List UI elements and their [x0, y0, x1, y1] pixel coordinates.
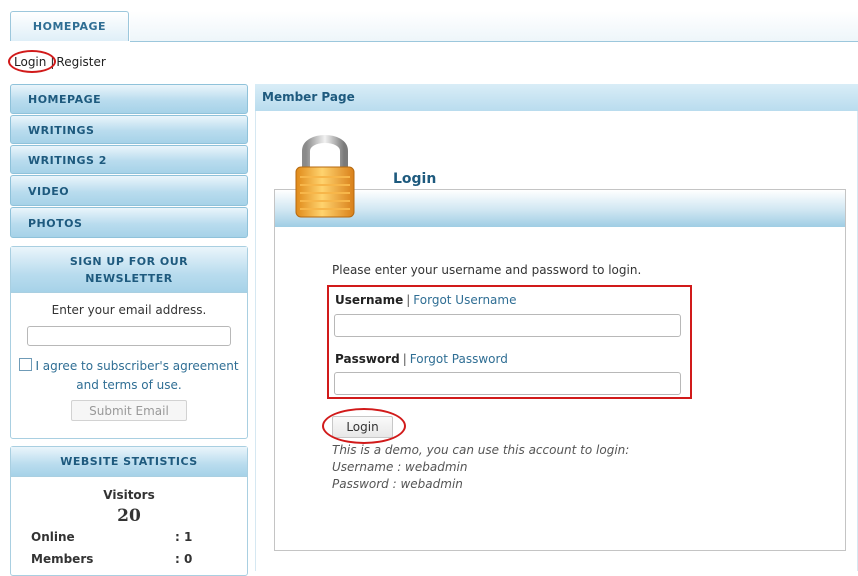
visitors-label: Visitors [103, 488, 155, 502]
newsletter-email-input[interactable] [27, 326, 231, 346]
newsletter-prompt: Enter your email address. [51, 303, 207, 317]
password-separator: | [402, 352, 407, 366]
demo-account-note: This is a demo, you can use this account… [332, 442, 629, 493]
stats-row-online: Online : 1 [11, 530, 247, 550]
register-link[interactable]: Register [56, 55, 105, 69]
login-link-wrapper: Login [8, 50, 56, 73]
username-label: Username [335, 293, 404, 307]
password-field[interactable] [334, 372, 681, 395]
sidebar-item-writings[interactable]: WRITINGS [10, 115, 248, 144]
statistics-title: WEBSITE STATISTICS [11, 447, 247, 477]
login-card: Please enter your username and password … [274, 189, 846, 551]
login-intro-text: Please enter your username and password … [332, 263, 642, 277]
stats-online-value: : 1 [175, 530, 193, 544]
page-title: Member Page [255, 84, 858, 111]
stats-online-label: Online [31, 530, 75, 544]
sidebar-item-homepage[interactable]: HOMEPAGE [10, 84, 248, 114]
login-link-highlight-circle [8, 50, 56, 73]
stats-members-label: Members [31, 552, 94, 566]
tab-homepage[interactable]: HOMEPAGE [10, 11, 129, 41]
stats-row-members: Members : 0 [11, 552, 247, 572]
demo-note-line-3: Password : webadmin [332, 477, 463, 491]
credentials-highlight-box: Username | Forgot Username Password | Forgot… [327, 285, 692, 399]
forgot-username-link[interactable]: Forgot Username [413, 293, 516, 307]
username-field[interactable] [334, 314, 681, 337]
forgot-password-link[interactable]: Forgot Password [410, 352, 508, 366]
demo-note-line-2: Username : webadmin [332, 460, 468, 474]
newsletter-title-text: SIGN UP FOR OUR NEWSLETTER [69, 255, 189, 285]
padlock-icon [294, 127, 356, 222]
demo-note-line-1: This is a demo, you can use this account… [332, 443, 630, 457]
website-statistics-box: WEBSITE STATISTICS Visitors 20 Online : … [10, 446, 248, 576]
sidebar-item-photos[interactable]: PHOTOS [10, 207, 248, 238]
top-bar-background [130, 11, 858, 41]
auth-links: Login | Register [8, 50, 106, 73]
top-navigation-bar: HOMEPAGE [0, 0, 858, 42]
password-label-row: Password | Forgot Password [335, 352, 508, 366]
login-button-highlight-circle [322, 408, 406, 444]
newsletter-title: SIGN UP FOR OUR NEWSLETTER [11, 247, 247, 293]
stats-members-value: : 0 [175, 552, 193, 566]
visitors-count: 20 [117, 506, 141, 526]
sidebar-item-video[interactable]: VIDEO [10, 175, 248, 206]
newsletter-agreement-text[interactable]: I agree to subscriber's agreement and te… [35, 359, 238, 392]
login-heading: Login [393, 171, 437, 187]
agree-checkbox-icon[interactable] [19, 358, 33, 371]
newsletter-box: SIGN UP FOR OUR NEWSLETTER Enter your em… [10, 246, 248, 439]
username-label-row: Username | Forgot Username [335, 293, 516, 307]
username-separator: | [406, 293, 411, 307]
sidebar-menu: HOMEPAGE WRITINGS WRITINGS 2 VIDEO PHOTO… [10, 84, 248, 239]
login-card-banner [275, 190, 845, 227]
password-label: Password [335, 352, 400, 366]
top-bar-divider [130, 41, 858, 42]
submit-email-button[interactable]: Submit Email [71, 400, 187, 421]
sidebar-item-writings-2[interactable]: WRITINGS 2 [10, 145, 248, 174]
newsletter-agreement: I agree to subscriber's agreement and te… [11, 357, 247, 395]
main-body: Please enter your username and password … [255, 111, 858, 571]
main-panel: Member Page Please enter your username a… [255, 84, 858, 571]
